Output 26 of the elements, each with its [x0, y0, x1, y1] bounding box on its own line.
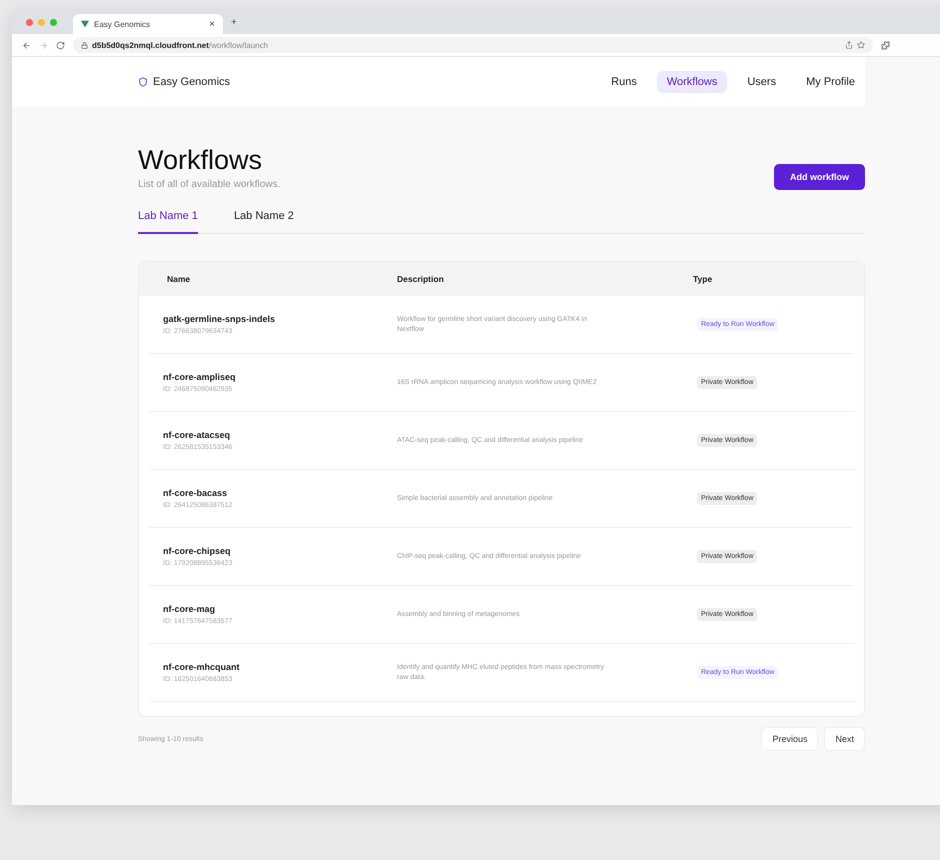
nav-link[interactable]: Users — [737, 71, 786, 93]
nav-link[interactable]: Runs — [601, 71, 647, 93]
previous-button[interactable]: Previous — [761, 727, 818, 751]
new-tab-button[interactable]: + — [231, 16, 237, 28]
workflow-name[interactable]: nf-core-atacseq — [163, 430, 383, 440]
workflow-name[interactable]: nf-core-bacass — [163, 488, 383, 498]
workflow-name[interactable]: nf-core-mhcquant — [163, 662, 383, 672]
app-logo[interactable]: Easy Genomics — [153, 76, 230, 88]
page-title: Workflows — [138, 145, 264, 176]
browser-tab[interactable]: Easy Genomics × — [73, 14, 223, 34]
next-button[interactable]: Next — [824, 727, 865, 751]
nav-link[interactable]: My Profile — [796, 71, 865, 93]
workflow-name[interactable]: nf-core-chipseq — [163, 546, 383, 556]
address-field[interactable]: d5b5d0qs2nmql.cloudfront.net/workflow/launch — [73, 37, 873, 53]
lab-tab[interactable]: Lab Name 2 — [234, 202, 294, 234]
add-workflow-button[interactable]: Add workflow — [774, 164, 865, 190]
column-header: Name — [166, 274, 192, 284]
workflow-name[interactable]: nf-core-mag — [163, 604, 383, 614]
workflow-name[interactable]: gatk-germline-snps-indels — [163, 314, 383, 324]
workflow-name[interactable]: nf-core-ampliseq — [163, 372, 383, 382]
lab-tab[interactable]: Lab Name 1 — [138, 202, 198, 234]
column-header: Type — [692, 274, 714, 284]
page-subtitle: List of all of available workflows. — [138, 179, 280, 190]
column-header: Description — [396, 274, 445, 284]
nav-link[interactable]: Workflows — [656, 71, 728, 93]
close-tab-button[interactable]: × — [209, 18, 215, 30]
